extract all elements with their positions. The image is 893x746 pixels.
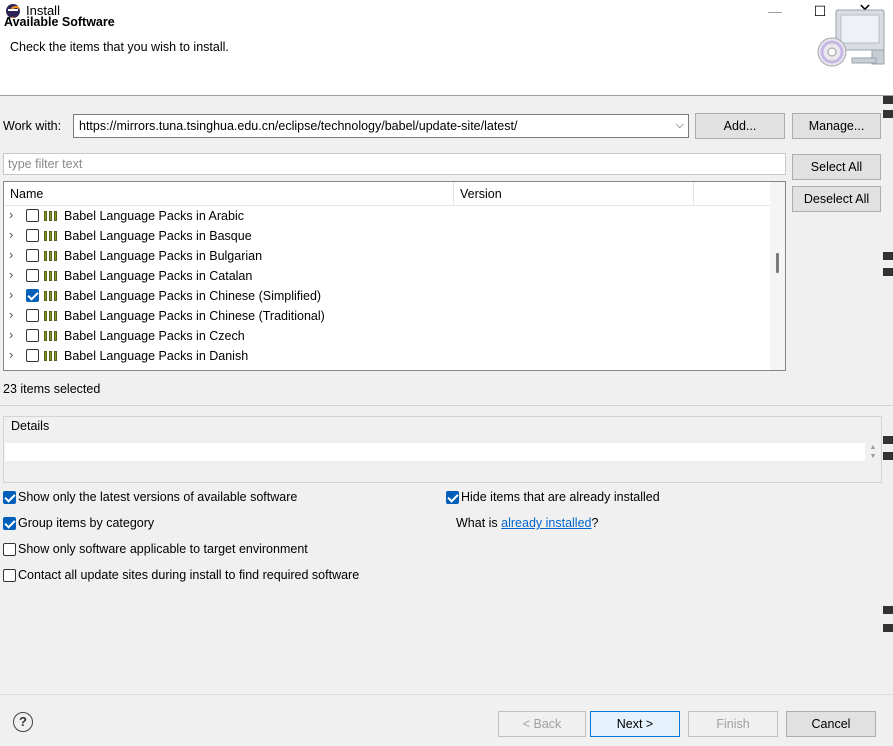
chevron-right-icon[interactable]: › — [9, 227, 13, 242]
filter-input[interactable] — [4, 154, 785, 174]
latest-versions-label: Show only the latest versions of availab… — [18, 490, 298, 504]
cancel-button[interactable]: Cancel — [786, 711, 876, 737]
feature-group-icon — [44, 331, 60, 341]
row-label: Babel Language Packs in Catalan — [64, 269, 253, 283]
chevron-right-icon[interactable]: › — [9, 327, 13, 342]
row-checkbox[interactable] — [26, 329, 39, 342]
chevron-down-icon[interactable]: ⌵ — [676, 119, 684, 132]
feature-group-icon — [44, 271, 60, 281]
back-button[interactable]: < Back — [498, 711, 586, 737]
next-button[interactable]: Next > — [590, 711, 680, 737]
group-by-category-checkbox[interactable] — [3, 517, 16, 530]
row-checkbox[interactable] — [26, 209, 39, 222]
minimize-icon[interactable]: — — [752, 0, 798, 22]
row-label: Babel Language Packs in Chinese (Traditi… — [64, 309, 325, 323]
row-checkbox[interactable] — [26, 249, 39, 262]
page-description: Check the items that you wish to install… — [10, 40, 229, 54]
chevron-right-icon[interactable]: › — [9, 307, 13, 322]
tree-scrollbar[interactable] — [770, 182, 785, 370]
row-label: Babel Language Packs in Czech — [64, 329, 245, 343]
tree-header: Name Version — [4, 182, 770, 206]
tree-row[interactable]: › Babel Language Packs in Catalan — [4, 266, 770, 286]
tree-row[interactable]: › Babel Language Packs in Chinese (Simpli… — [4, 286, 770, 306]
filter-box[interactable] — [3, 153, 786, 175]
chevron-right-icon[interactable]: › — [9, 207, 13, 222]
row-label: Babel Language Packs in Arabic — [64, 209, 244, 223]
row-label: Babel Language Packs in Basque — [64, 229, 252, 243]
select-all-button[interactable]: Select All — [792, 154, 881, 180]
column-divider[interactable] — [453, 182, 454, 206]
hide-installed-label: Hide items that are already installed — [461, 490, 660, 504]
row-label: Babel Language Packs in Bulgarian — [64, 249, 263, 263]
chevron-right-icon[interactable]: › — [9, 247, 13, 262]
tree-row[interactable]: › Babel Language Packs in Basque — [4, 226, 770, 246]
software-tree[interactable]: Name Version › Babel Language Packs in Ar… — [3, 181, 786, 371]
deselect-all-button[interactable]: Deselect All — [792, 186, 881, 212]
add-site-button[interactable]: Add... — [695, 113, 785, 139]
details-text — [5, 443, 865, 461]
tree-row[interactable]: › Babel Language Packs in Bulgarian — [4, 246, 770, 266]
already-installed-link[interactable]: already installed — [501, 516, 591, 530]
page-title: Available Software — [4, 15, 115, 29]
chevron-right-icon[interactable]: › — [9, 287, 13, 302]
row-label: Babel Language Packs in Chinese (Simplif… — [64, 289, 322, 303]
finish-button[interactable]: Finish — [688, 711, 778, 737]
row-checkbox[interactable] — [26, 309, 39, 322]
details-label: Details — [11, 419, 50, 433]
feature-group-icon — [44, 291, 60, 301]
footer-separator — [0, 694, 893, 695]
row-checkbox[interactable] — [26, 229, 39, 242]
selection-status: 23 items selected — [3, 382, 101, 396]
contact-sites-checkbox[interactable] — [3, 569, 16, 582]
latest-versions-checkbox[interactable] — [3, 491, 16, 504]
manage-sites-button[interactable]: Manage... — [792, 113, 881, 139]
background-window-edge — [883, 96, 893, 656]
feature-group-icon — [44, 231, 60, 241]
update-site-combo[interactable]: https://mirrors.tuna.tsinghua.edu.cn/ecl… — [73, 114, 689, 138]
row-checkbox[interactable] — [26, 269, 39, 282]
row-checkbox[interactable] — [26, 289, 39, 302]
target-env-label: Show only software applicable to target … — [18, 542, 308, 556]
tree-row[interactable]: › Babel Language Packs in Danish — [4, 346, 770, 366]
wizard-banner — [0, 22, 893, 96]
feature-group-icon — [44, 311, 60, 321]
group-by-category-label: Group items by category — [18, 516, 155, 530]
column-name[interactable]: Name — [10, 187, 43, 201]
feature-group-icon — [44, 351, 60, 361]
feature-group-icon — [44, 251, 60, 261]
chevron-right-icon[interactable]: › — [9, 267, 13, 282]
details-scrollbar[interactable]: ▲ ▼ — [866, 443, 880, 461]
install-cd-icon — [817, 9, 885, 67]
chevron-right-icon[interactable]: › — [9, 347, 13, 362]
feature-group-icon — [44, 211, 60, 221]
separator — [0, 405, 893, 406]
help-icon[interactable]: ? — [13, 712, 33, 732]
target-env-checkbox[interactable] — [3, 543, 16, 556]
tree-row[interactable]: › Babel Language Packs in Czech — [4, 326, 770, 346]
scrollbar-thumb[interactable] — [776, 253, 779, 273]
work-with-label: Work with: — [3, 119, 62, 133]
row-checkbox[interactable] — [26, 349, 39, 362]
tree-row[interactable]: › Babel Language Packs in Arabic — [4, 206, 770, 226]
what-is-installed-text: What is already installed? — [456, 516, 599, 530]
column-version[interactable]: Version — [460, 187, 502, 201]
update-site-url: https://mirrors.tuna.tsinghua.edu.cn/ecl… — [79, 119, 518, 133]
contact-sites-label: Contact all update sites during install … — [18, 568, 360, 582]
tree-row[interactable]: › Babel Language Packs in Chinese (Tradit… — [4, 306, 770, 326]
hide-installed-checkbox[interactable] — [446, 491, 459, 504]
column-divider[interactable] — [693, 182, 694, 206]
row-label: Babel Language Packs in Danish — [64, 349, 249, 363]
